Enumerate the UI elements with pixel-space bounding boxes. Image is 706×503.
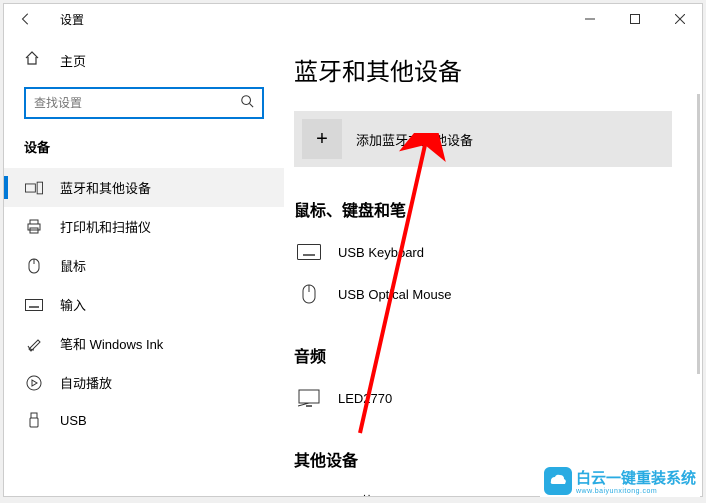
add-device-label: 添加蓝牙或其他设备 bbox=[356, 130, 473, 149]
category-title: 鼠标、键盘和笔 bbox=[294, 197, 672, 221]
device-name: "hc"的PC bbox=[338, 491, 392, 496]
maximize-button[interactable] bbox=[612, 4, 657, 34]
usb-icon bbox=[24, 412, 44, 428]
mouse-device-icon bbox=[294, 283, 324, 305]
watermark-text: 白云一键重装系统 bbox=[576, 467, 696, 488]
mouse-icon bbox=[24, 258, 44, 274]
category-title: 音频 bbox=[294, 343, 672, 367]
minimize-button[interactable] bbox=[567, 4, 612, 34]
sidebar-item-label: 笔和 Windows Ink bbox=[60, 334, 163, 353]
sidebar-section-title: 设备 bbox=[4, 137, 284, 168]
sidebar-item-label: 打印机和扫描仪 bbox=[60, 217, 151, 236]
scrollbar[interactable] bbox=[697, 94, 700, 374]
back-button[interactable] bbox=[12, 5, 40, 33]
home-icon bbox=[24, 50, 44, 71]
autoplay-icon bbox=[24, 375, 44, 391]
search-icon bbox=[240, 94, 254, 113]
main-content: 蓝牙和其他设备 + 添加蓝牙或其他设备 鼠标、键盘和笔 USB Keyboard… bbox=[284, 34, 702, 496]
devices-icon bbox=[24, 181, 44, 195]
sidebar: 主页 设备 蓝牙和其他设备 打印机和扫描仪 鼠标 bbox=[4, 34, 284, 496]
sidebar-item-label: 自动播放 bbox=[60, 373, 112, 392]
watermark-url: www.baiyunxitong.com bbox=[576, 488, 696, 495]
sidebar-item-printers[interactable]: 打印机和扫描仪 bbox=[4, 207, 284, 246]
home-label: 主页 bbox=[60, 51, 86, 70]
sidebar-item-pen[interactable]: 笔和 Windows Ink bbox=[4, 324, 284, 363]
close-button[interactable] bbox=[657, 4, 702, 34]
device-name: USB Optical Mouse bbox=[338, 287, 451, 302]
sidebar-item-usb[interactable]: USB bbox=[4, 402, 284, 438]
page-title: 蓝牙和其他设备 bbox=[294, 52, 672, 87]
sidebar-item-label: 鼠标 bbox=[60, 256, 86, 275]
sidebar-item-mouse[interactable]: 鼠标 bbox=[4, 246, 284, 285]
watermark-icon bbox=[544, 467, 572, 495]
sidebar-item-bluetooth[interactable]: 蓝牙和其他设备 bbox=[4, 168, 284, 207]
search-input-box[interactable] bbox=[24, 87, 264, 119]
keyboard-icon bbox=[24, 299, 44, 311]
device-name: LED2770 bbox=[338, 391, 392, 406]
printer-icon bbox=[24, 219, 44, 235]
watermark: 白云一键重装系统 www.baiyunxitong.com bbox=[540, 465, 700, 497]
device-name: USB Keyboard bbox=[338, 245, 424, 260]
home-nav[interactable]: 主页 bbox=[4, 42, 284, 79]
sidebar-item-typing[interactable]: 输入 bbox=[4, 285, 284, 324]
device-item[interactable]: USB Keyboard bbox=[294, 235, 672, 277]
device-item[interactable]: LED2770 bbox=[294, 381, 672, 423]
window-title: 设置 bbox=[60, 11, 84, 28]
plus-icon: + bbox=[302, 119, 342, 159]
sidebar-item-autoplay[interactable]: 自动播放 bbox=[4, 363, 284, 402]
titlebar: 设置 bbox=[4, 4, 702, 34]
monitor-device-icon bbox=[294, 387, 324, 409]
add-device-button[interactable]: + 添加蓝牙或其他设备 bbox=[294, 111, 672, 167]
search-input[interactable] bbox=[34, 96, 240, 110]
keyboard-device-icon bbox=[294, 241, 324, 263]
sidebar-item-label: 输入 bbox=[60, 295, 86, 314]
sidebar-item-label: 蓝牙和其他设备 bbox=[60, 178, 151, 197]
pen-icon bbox=[24, 336, 44, 352]
sidebar-item-label: USB bbox=[60, 413, 87, 428]
category-audio: 音频 LED2770 bbox=[294, 343, 672, 423]
device-item[interactable]: USB Optical Mouse bbox=[294, 277, 672, 319]
category-mouse-keyboard: 鼠标、键盘和笔 USB Keyboard USB Optical Mouse bbox=[294, 197, 672, 319]
